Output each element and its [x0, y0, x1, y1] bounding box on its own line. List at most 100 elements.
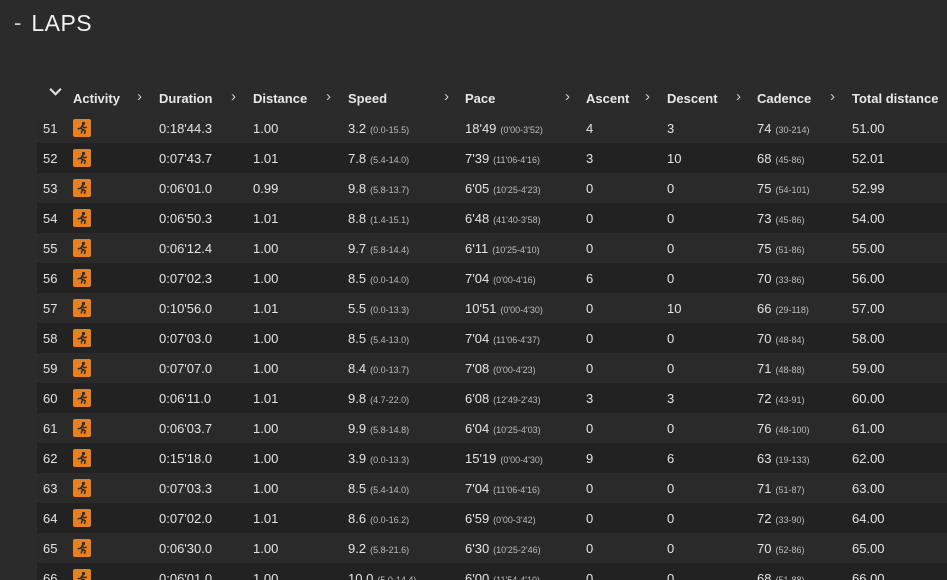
cadence-range: (45-86): [775, 214, 805, 225]
chevron-right-icon[interactable]: ›: [565, 88, 570, 105]
table-row[interactable]: 55 0:06'12.4 1.00 9.7 (5.8-14.4) 6'11 (10'…: [37, 233, 947, 263]
chevron-right-icon[interactable]: ›: [326, 88, 331, 105]
distance-column-header[interactable]: Distance ›: [253, 83, 348, 113]
total-distance-cell: 65.00: [852, 540, 885, 556]
running-icon[interactable]: [73, 119, 91, 137]
running-icon[interactable]: [73, 239, 91, 257]
descent-cell: 10: [667, 300, 682, 316]
running-icon[interactable]: [73, 479, 91, 497]
cadence-cell: 73 (45-86): [757, 203, 852, 233]
running-glyph: [77, 361, 87, 375]
activity-column-header[interactable]: Activity ›: [73, 83, 159, 113]
collapse-dash-icon[interactable]: -: [14, 12, 21, 34]
pace-value: 6'59: [465, 510, 490, 526]
running-icon[interactable]: [73, 449, 91, 467]
speed-value: 7.8: [348, 150, 367, 166]
cadence-cell: 71 (48-88): [757, 353, 852, 383]
table-row[interactable]: 64 0:07'02.0 1.01 8.6 (0.0-16.2) 6'59 (0'0…: [37, 503, 947, 533]
speed-value: 9.7: [348, 240, 367, 256]
duration-cell: 0:15'18.0: [159, 450, 213, 466]
duration-cell: 0:18'44.3: [159, 120, 213, 136]
cadence-cell: 70 (33-86): [757, 263, 852, 293]
ascent-column-header[interactable]: Ascent ›: [586, 83, 667, 113]
running-icon[interactable]: [73, 179, 91, 197]
speed-cell: 8.8 (1.4-15.1): [348, 203, 465, 233]
pace-range: (11'06-4'37): [493, 334, 540, 345]
descent-cell: 6: [667, 450, 675, 466]
chevron-right-icon[interactable]: ›: [645, 88, 650, 105]
cadence-range: (33-86): [775, 274, 805, 285]
lap-number: 51: [43, 120, 58, 136]
chevron-right-icon[interactable]: ›: [137, 88, 142, 105]
cadence-value: 68: [757, 570, 772, 580]
pace-value: 7'04: [465, 480, 490, 496]
running-icon[interactable]: [73, 509, 91, 527]
distance-cell: 1.01: [253, 150, 279, 166]
pace-cell: 7'08 (0'00-4'23): [465, 353, 586, 383]
cadence-range: (52-86): [775, 544, 805, 555]
chevron-right-icon[interactable]: ›: [444, 88, 449, 105]
speed-value: 3.2: [348, 120, 367, 136]
speed-column-header[interactable]: Speed ›: [348, 83, 465, 113]
running-icon[interactable]: [73, 329, 91, 347]
running-icon[interactable]: [73, 149, 91, 167]
laps-section-header[interactable]: - LAPS: [14, 8, 92, 38]
pace-value: 7'08: [465, 360, 490, 376]
distance-cell: 1.00: [253, 420, 279, 436]
chevron-right-icon[interactable]: ›: [736, 88, 741, 105]
speed-range: (5.8-14.8): [370, 424, 410, 435]
lap-number: 53: [43, 180, 58, 196]
table-row[interactable]: 53 0:06'01.0 0.99 9.8 (5.8-13.7) 6'05 (10'…: [37, 173, 947, 203]
cadence-cell: 68 (51-88): [757, 563, 852, 580]
running-icon[interactable]: [73, 299, 91, 317]
running-icon[interactable]: [73, 389, 91, 407]
speed-range: (5.4-14.0): [370, 154, 410, 165]
speed-range: (5.8-13.7): [370, 184, 410, 195]
table-row[interactable]: 62 0:15'18.0 1.00 3.9 (0.0-13.3) 15'19 (0'…: [37, 443, 947, 473]
table-row[interactable]: 58 0:07'03.0 1.00 8.5 (5.4-13.0) 7'04 (11'…: [37, 323, 947, 353]
chevron-down-icon[interactable]: [49, 85, 62, 98]
table-row[interactable]: 51 0:18'44.3 1.00 3.2 (0.0-15.5) 18'49 (0'…: [37, 113, 947, 143]
running-glyph: [77, 121, 87, 135]
lap-number: 66: [43, 570, 58, 580]
table-row[interactable]: 52 0:07'43.7 1.01 7.8 (5.4-14.0) 7'39 (11'…: [37, 143, 947, 173]
table-row[interactable]: 57 0:10'56.0 1.01 5.5 (0.0-13.3) 10'51 (0'…: [37, 293, 947, 323]
table-row[interactable]: 54 0:06'50.3 1.01 8.8 (1.4-15.1) 6'48 (41'…: [37, 203, 947, 233]
table-row[interactable]: 61 0:06'03.7 1.00 9.9 (5.8-14.8) 6'04 (10'…: [37, 413, 947, 443]
table-row[interactable]: 56 0:07'02.3 1.00 8.5 (0.0-14.0) 7'04 (0'0…: [37, 263, 947, 293]
cadence-range: (43-91): [775, 394, 805, 405]
running-icon[interactable]: [73, 269, 91, 287]
table-row[interactable]: 60 0:06'11.0 1.01 9.8 (4.7-22.0) 6'08 (12'…: [37, 383, 947, 413]
lap-column-header[interactable]: [37, 83, 73, 113]
speed-range: (0.0-16.2): [370, 514, 410, 525]
table-row[interactable]: 65 0:06'30.0 1.00 9.2 (5.8-21.6) 6'30 (10'…: [37, 533, 947, 563]
running-icon[interactable]: [73, 419, 91, 437]
duration-cell: 0:06'30.0: [159, 540, 213, 556]
activity-cell: [73, 263, 159, 293]
total-distance-cell: 66.00: [852, 570, 885, 580]
chevron-right-icon[interactable]: ›: [231, 88, 236, 105]
table-row[interactable]: 66 0:06'01.0 1.00 10.0 (5.0-14.4) 6'00 (11…: [37, 563, 947, 580]
running-icon[interactable]: [73, 569, 91, 580]
speed-cell: 8.5 (5.4-13.0): [348, 323, 465, 353]
speed-value: 8.4: [348, 360, 367, 376]
pace-column-header[interactable]: Pace ›: [465, 83, 586, 113]
cadence-value: 76: [757, 420, 772, 436]
speed-range: (0.0-14.0): [370, 274, 410, 285]
cadence-column-header[interactable]: Cadence ›: [757, 83, 852, 113]
descent-cell: 0: [667, 270, 675, 286]
ascent-cell: 0: [586, 240, 594, 256]
table-row[interactable]: 63 0:07'03.3 1.00 8.5 (5.4-14.0) 7'04 (11'…: [37, 473, 947, 503]
running-glyph: [77, 571, 87, 580]
running-icon[interactable]: [73, 209, 91, 227]
chevron-right-icon[interactable]: ›: [830, 88, 835, 105]
running-icon[interactable]: [73, 539, 91, 557]
descent-column-header[interactable]: Descent ›: [667, 83, 757, 113]
total-distance-column-header[interactable]: Total distance: [852, 83, 947, 113]
lap-number: 52: [43, 150, 58, 166]
duration-cell: 0:07'03.3: [159, 480, 213, 496]
duration-column-header[interactable]: Duration ›: [159, 83, 253, 113]
running-icon[interactable]: [73, 359, 91, 377]
total-distance-cell: 58.00: [852, 330, 885, 346]
table-row[interactable]: 59 0:07'07.0 1.00 8.4 (0.0-13.7) 7'08 (0'0…: [37, 353, 947, 383]
